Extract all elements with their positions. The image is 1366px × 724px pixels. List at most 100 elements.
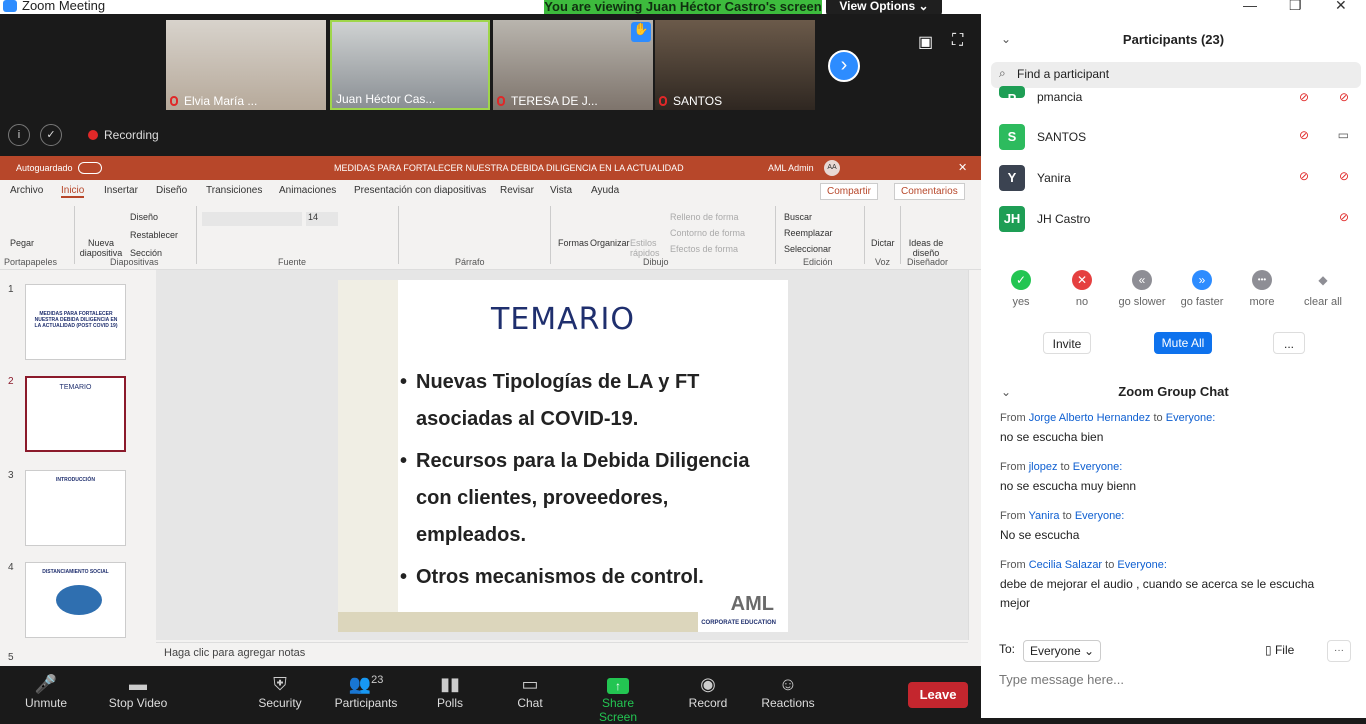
notes-pane[interactable]: Haga clic para agregar notas — [156, 642, 968, 666]
chevron-right-icon: › — [840, 54, 848, 76]
font-size-select[interactable]: 14 — [306, 212, 338, 226]
security-button[interactable]: ⛨ Security — [254, 674, 306, 710]
current-slide[interactable]: TEMARIO Nuevas Tipologías de LA y FT aso… — [338, 280, 788, 632]
muted-mic-icon: ⊘ — [1298, 169, 1309, 183]
shapes-button[interactable]: Formas — [558, 238, 589, 248]
share-button[interactable]: Compartir — [820, 183, 878, 200]
video-thumbnail-active[interactable]: Juan Héctor Cas... — [330, 20, 490, 110]
comments-button[interactable]: Comentarios — [894, 183, 965, 200]
minimize-icon[interactable]: — — [1243, 0, 1257, 13]
dictate-button[interactable]: Dictar — [871, 238, 895, 248]
ppt-titlebar: Autoguardado MEDIDAS PARA FORTALECER NUE… — [0, 156, 981, 180]
next-page-button[interactable]: › — [828, 50, 860, 82]
group-disenador: Diseñador — [907, 257, 949, 267]
participant-row[interactable]: Y Yanira ⊘ ⊘ — [999, 163, 1349, 193]
muted-mic-icon: ⊘ — [1298, 90, 1309, 104]
file-button[interactable]: ▯ File — [1265, 643, 1294, 657]
chat-message-input[interactable]: Type message here... — [999, 672, 1124, 687]
slide-thumbnail[interactable]: INTRODUCCIÓN — [25, 470, 126, 546]
file-icon: ▯ — [1265, 643, 1272, 657]
recording-label: Recording — [104, 128, 159, 142]
avatar: JH — [999, 206, 1025, 232]
video-thumbnail[interactable]: SANTOS — [655, 20, 815, 110]
reactions-button[interactable]: ☺ Reactions — [760, 674, 816, 710]
maximize-icon[interactable]: ❐ — [1289, 0, 1302, 14]
reaction-clear-all[interactable]: ◆ clear all — [1293, 270, 1353, 308]
window-title: Zoom Meeting — [22, 0, 106, 13]
chat-more-icon[interactable]: ··· — [1327, 640, 1351, 662]
shape-outline-button[interactable]: Contorno de forma — [670, 228, 745, 238]
share-screen-button[interactable]: ↑ Share Screen — [582, 674, 654, 724]
group-dibujo: Dibujo — [643, 257, 669, 267]
layout-button[interactable]: Diseño — [130, 212, 158, 222]
tab-insertar[interactable]: Insertar — [104, 185, 138, 196]
font-family-select[interactable] — [202, 212, 302, 226]
participant-row[interactable]: S SANTOS ⊘ ▭ — [999, 122, 1349, 152]
reaction-go-faster[interactable]: » go faster — [1172, 270, 1232, 308]
gallery-layout-icon[interactable]: ▣ — [918, 32, 933, 52]
paste-button[interactable]: Pegar — [10, 238, 34, 248]
autosave-toggle[interactable] — [78, 162, 102, 174]
reset-button[interactable]: Restablecer — [130, 230, 178, 240]
record-button[interactable]: ◉ Record — [686, 674, 730, 710]
reaction-yes[interactable]: ✓ yes — [991, 270, 1051, 308]
video-thumbnail[interactable]: ✋ TERESA DE J... — [493, 20, 653, 110]
avatar: S — [999, 124, 1025, 150]
tab-revisar[interactable]: Revisar — [500, 185, 534, 196]
group-diapositivas: Diapositivas — [110, 257, 159, 267]
shape-effects-button[interactable]: Efectos de forma — [670, 244, 738, 254]
user-avatar[interactable]: AA — [824, 160, 840, 176]
shape-fill-button[interactable]: Relleno de forma — [670, 212, 739, 222]
slide-thumbnail[interactable]: MEDIDAS PARA FORTALECER NUESTRA DEBIDA D… — [25, 284, 126, 360]
close-icon[interactable]: ✕ — [1335, 0, 1347, 14]
more-options-button[interactable]: ... — [1273, 332, 1305, 354]
slide-thumbnail-selected[interactable]: TEMARIO — [25, 376, 126, 452]
slide-thumbnail[interactable]: DISTANCIAMIENTO SOCIAL — [25, 562, 126, 638]
tab-transiciones[interactable]: Transiciones — [206, 185, 262, 196]
reaction-no[interactable]: ✕ no — [1052, 270, 1112, 308]
reactions-icon: ☺ — [778, 674, 798, 694]
tab-inicio[interactable]: Inicio — [61, 185, 85, 198]
group-voz: Voz — [875, 257, 891, 267]
group-portapapeles: Portapapeles — [4, 257, 58, 267]
new-slide-button[interactable]: Nueva diapositiva — [76, 238, 126, 258]
video-camera-icon: ▬ — [129, 674, 147, 694]
leave-button[interactable]: Leave — [908, 682, 968, 708]
slide-bullet: Nuevas Tipologías de LA y FT asociadas a… — [400, 364, 776, 438]
arrange-button[interactable]: Organizar — [590, 238, 630, 248]
tab-ayuda[interactable]: Ayuda — [591, 185, 619, 196]
quick-styles-button[interactable]: Estilos rápidos — [630, 238, 660, 258]
find-button[interactable]: Buscar — [784, 212, 812, 222]
tab-archivo[interactable]: Archivo — [10, 185, 43, 196]
unmute-button[interactable]: 🎤 Unmute — [22, 674, 70, 710]
chat-button[interactable]: ▭ Chat — [512, 674, 548, 710]
mute-all-button[interactable]: Mute All — [1154, 332, 1212, 354]
video-thumbnail[interactable]: Elvia María ... — [166, 20, 326, 110]
participant-row[interactable]: P pmancia ⊘ ⊘ — [999, 84, 1349, 114]
shield-icon[interactable]: ✓ — [40, 124, 62, 146]
participant-row[interactable]: JH JH Castro ⊘ — [999, 204, 1349, 234]
check-icon: ✓ — [1011, 270, 1031, 290]
replace-button[interactable]: Reemplazar — [784, 228, 833, 238]
select-button[interactable]: Seleccionar — [784, 244, 831, 254]
tab-diseno[interactable]: Diseño — [156, 185, 187, 196]
video-camera-icon: ▭ — [1337, 128, 1349, 142]
group-edicion: Edición — [803, 257, 833, 267]
design-ideas-button[interactable]: Ideas de diseño — [908, 238, 944, 258]
muted-mic-icon: 🎤 — [34, 674, 58, 694]
tab-vista[interactable]: Vista — [550, 185, 572, 196]
reaction-more[interactable]: ••• more — [1232, 270, 1292, 308]
info-icon[interactable]: i — [8, 124, 30, 146]
fullscreen-icon[interactable]: ⛶ — [952, 32, 963, 50]
search-icon: ⌕ — [999, 66, 1006, 80]
participants-button[interactable]: 👥23 Participants — [330, 674, 402, 710]
close-icon[interactable]: ✕ — [958, 161, 967, 174]
reaction-go-slower[interactable]: «go slower — [1112, 270, 1172, 308]
invite-button[interactable]: Invite — [1043, 332, 1091, 354]
stop-video-button[interactable]: ▬ Stop Video — [106, 674, 170, 710]
polls-button[interactable]: ▮▮ Polls — [430, 674, 470, 710]
recipient-select[interactable]: Everyone ⌄ — [1023, 640, 1102, 662]
tab-animaciones[interactable]: Animaciones — [279, 185, 336, 196]
vertical-scrollbar[interactable] — [968, 270, 981, 640]
tab-presentacion[interactable]: Presentación con diapositivas — [354, 185, 486, 196]
